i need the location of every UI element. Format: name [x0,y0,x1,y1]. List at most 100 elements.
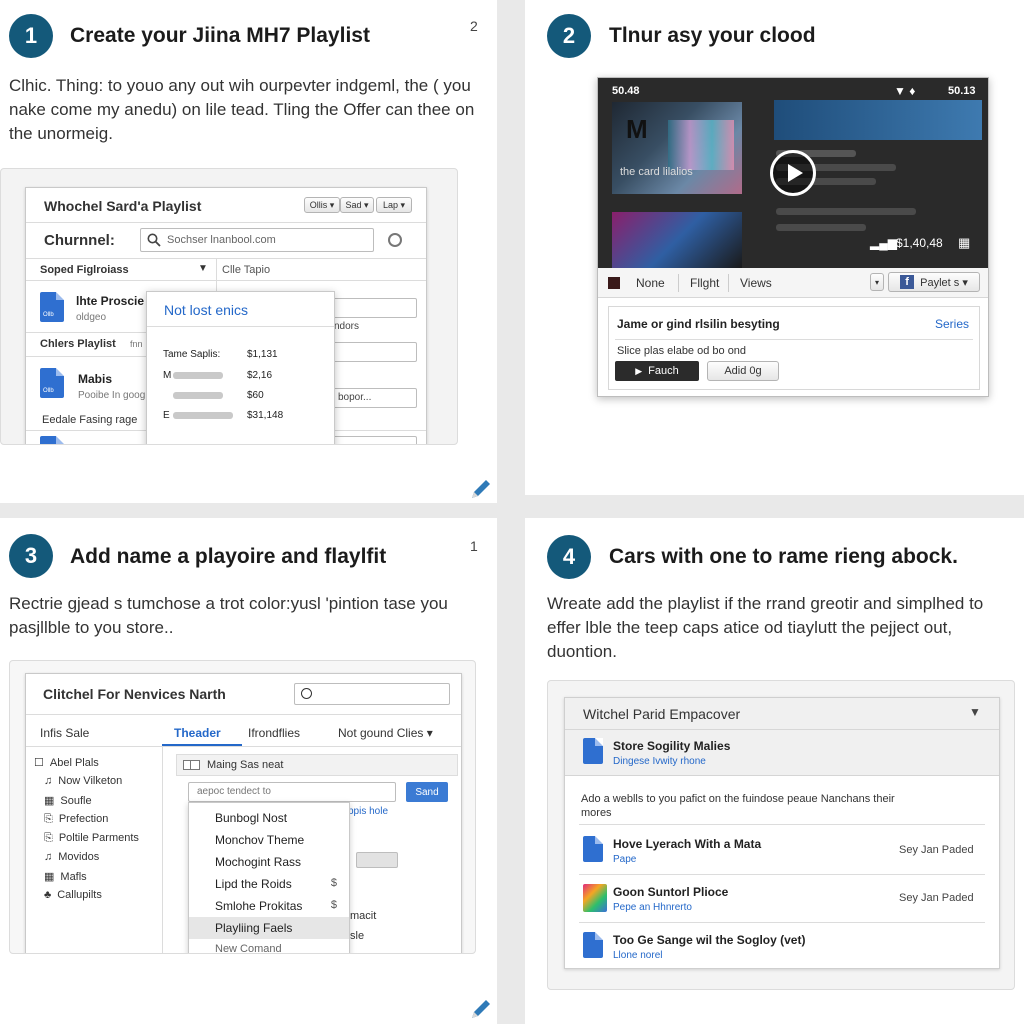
screenshot-frame: Witchel Parid Empacover ▼ Store Sogility… [547,680,1015,990]
grid-icon[interactable]: ▦ [958,235,970,251]
step-card-4: 4 Cars with one to rame rieng abock. Wre… [525,518,1024,1024]
chevron-down-icon[interactable]: ▼ [969,705,981,719]
popup-row-value: $2,16 [247,370,273,381]
text-field[interactable] [331,436,417,444]
step-card-3: 3 Add name a playoire and flaylfit 1 Rec… [0,518,497,1024]
app-icon [608,277,620,289]
share-button[interactable]: f Paylet s ▾ [888,272,980,292]
tab-flight[interactable]: Fllght [690,276,719,290]
text-input[interactable]: aepoc tendect to [188,782,396,802]
sidebar-item-label: Movidos [58,851,100,863]
tab-sale[interactable]: Infis Sale [40,726,89,740]
list-item-sub: Pepe an Hhnrerto [613,902,692,913]
sidebar-item[interactable]: ♣ Callupilts [44,889,102,901]
tab-filter[interactable]: Not gound Clies ▾ [338,726,433,740]
settings-icon[interactable] [388,233,402,247]
step-title: Add name a playoire and flaylfit [70,545,387,568]
step-card-1: 1 Create your Jiina MH7 Playlist 2 Clhic… [0,0,497,503]
playlist-window: Clitchel For Nenvices Narth Infis Sale T… [25,673,462,953]
document-icon [583,932,603,958]
help-link[interactable]: ppis hole [348,806,388,817]
menu-item[interactable]: Mochogint Rass [189,851,349,873]
list-item-name[interactable]: Mabis [78,372,112,386]
text-field[interactable] [331,298,417,318]
text-field[interactable] [331,342,417,362]
add-button[interactable]: Adid 0g [707,361,779,381]
document-icon: Ollb [40,292,64,322]
sidebar-item[interactable]: ♫ Movidos [44,851,99,863]
document-icon [583,738,603,764]
window-title: Clitchel For Nenvices Narth [43,686,226,702]
sidebar-item[interactable]: ♫ Now Vilketon [44,775,122,787]
chevron-down-icon[interactable]: ▼ [198,263,208,274]
tab-views[interactable]: Views [740,276,772,290]
series-link[interactable]: Series [935,317,969,331]
list-item[interactable]: Store Sogility Malies Dingese Ivwity rho… [565,730,999,776]
list-item-meta: Sey Jan Paded [899,892,974,904]
screenshot-frame: Clitchel For Nenvices Narth Infis Sale T… [9,660,476,954]
popup-row-label: Tame Saplis: [163,349,221,360]
column-label: Clle Tapio [222,264,271,276]
menu-item-label: Smlohe Prokitas [215,899,303,913]
send-button[interactable]: Sand [406,782,448,802]
page-number: 1 [470,538,478,554]
list-item-name[interactable]: Goon Suntorl Plioce [613,885,728,899]
chevron-down-icon[interactable]: ▾ [870,273,884,291]
pencil-icon[interactable] [468,996,494,1022]
page-number: 2 [470,18,478,34]
play-button[interactable]: ▶ Fauch [615,361,699,381]
video-thumbnail[interactable] [612,212,742,268]
sidebar-item[interactable]: ⎘ Poltile Parments [44,832,139,845]
tab-frondflies[interactable]: Ifrondflies [248,726,300,740]
side-text: macit [350,910,377,922]
playlist-window: Witchel Parid Empacover ▼ Store Sogility… [564,697,1000,969]
search-input[interactable] [294,683,450,705]
tab-none[interactable]: None [636,276,665,290]
document-icon [40,436,64,444]
list-item-name[interactable]: lhte Proscie [76,294,144,308]
player-tabbar: None Fllght Views ▾ f Paylet s ▾ [598,268,988,298]
menu-item-label: Mochogint Rass [215,855,302,869]
side-text: sle [350,930,365,942]
list-item-sub: Pape [613,854,637,865]
price-label: $1,40,48 [896,236,943,250]
play-button[interactable] [770,150,816,196]
search-input[interactable]: Sochser lnanbool.com [140,228,374,252]
wifi-icon: ▼ ♦ [894,84,916,98]
menu-item[interactable]: Playliing Faels [189,917,349,939]
step-number-badge: 3 [9,534,53,578]
list-item-name: Store Sogility Malies [613,739,731,753]
menu-item[interactable]: Bunbogl Nost [189,807,349,829]
sidebar-item[interactable]: ▦ Mafls [44,870,87,883]
sidebar-item-icon: ☐ [34,757,44,769]
sidebar-item[interactable]: ▦ Soufle [44,794,92,807]
list-item-name[interactable]: Too Ge Sange wil the Sogloy (vet) [613,933,805,947]
sidebar-item-icon: ▦ [44,871,55,883]
menu-item-mark: $ [330,877,337,889]
list-item-name[interactable]: Hove Lyerach With a Mata [613,837,761,851]
toolbar-button[interactable]: Sad ▾ [340,197,374,213]
menu-item-mark: $ [330,899,337,911]
play-icon: ▶ [635,365,643,376]
menu-item-label: Lipd the Roids [215,877,292,891]
video-thumbnail[interactable] [774,100,982,140]
filter-dropdown[interactable]: Soped Figlroiass [40,264,129,276]
toolbar-button[interactable]: Lap ▾ [376,197,412,213]
menu-item-label: Bunbogl Nost [215,811,288,825]
tab-header[interactable]: Theader [174,726,221,740]
menu-item[interactable]: Lipd the Roids $ [189,873,349,895]
menu-item[interactable]: Monchov Theme [189,829,349,851]
popup-row-value: $60 [247,390,264,401]
list-item-sub: oldgeo [76,312,107,323]
menu-item[interactable]: Smlohe Prokitas $ [189,895,349,917]
toolbar-button[interactable]: Ollis ▾ [304,197,340,213]
text-field[interactable]: bopor... [331,388,417,408]
sidebar-item-label: Prefection [58,813,109,825]
list-item-sub: Dingese Ivwity rhone [613,756,706,767]
sidebar-item[interactable]: ⎘ Prefection [44,813,108,826]
sidebar-item[interactable]: ☐ Abel Plals [34,756,99,769]
video-thumbnail[interactable]: M the card lilalios [612,102,742,194]
video-area[interactable]: 50.48 ▼ ♦ 50.13 M the card lilalios ▂▄▆ … [598,78,988,268]
menu-item[interactable]: New Comand [189,939,349,953]
pencil-icon[interactable] [468,476,494,502]
